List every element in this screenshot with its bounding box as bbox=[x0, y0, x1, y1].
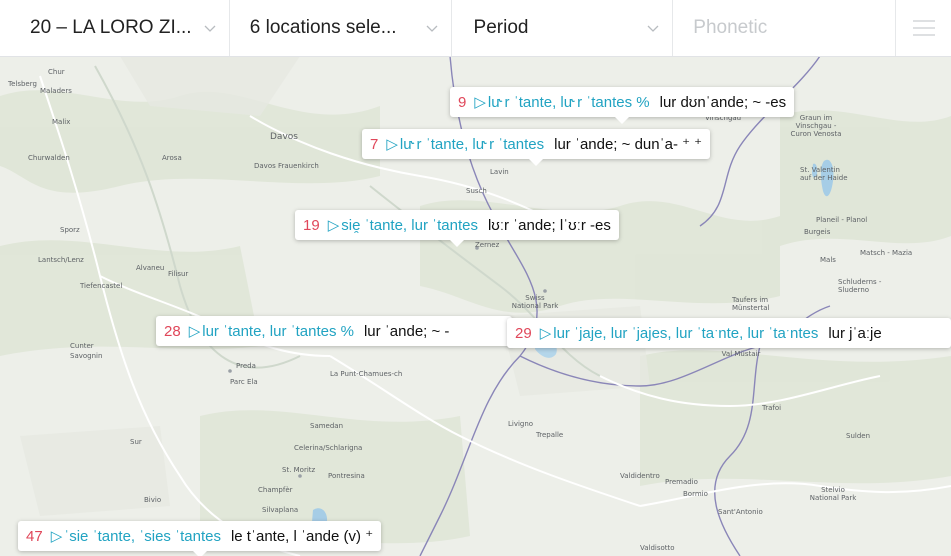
place-label: Telsberg bbox=[8, 80, 37, 88]
place-label: Susch bbox=[466, 187, 487, 195]
place-label: Trafoi bbox=[762, 404, 782, 412]
place-label: Planeil - Planol bbox=[816, 216, 868, 224]
place-label: Stelvio National Park bbox=[809, 486, 857, 502]
place-label: Bivio bbox=[144, 496, 162, 504]
menu-button[interactable] bbox=[895, 0, 951, 56]
phonetic-transcription: lu˞r ˈtante, lu˞r ˈtantes bbox=[399, 135, 545, 153]
place-label: St. Moritz bbox=[282, 466, 316, 474]
map-view[interactable]: Chur Telsberg Maladers Malix Churwalden … bbox=[0, 56, 951, 556]
phonetic-input[interactable]: Phonetic bbox=[673, 0, 895, 56]
place-label: Pontresina bbox=[328, 472, 365, 480]
place-label: Tiefencastel bbox=[80, 282, 123, 290]
place-label: Celerina/Schlarigna bbox=[294, 444, 363, 452]
place-label: Parc Ela bbox=[230, 378, 258, 386]
place-label: Premadio bbox=[665, 478, 698, 486]
location-callout[interactable]: 47 ▷ ˈsie ˈtante, ˈsies ˈtantes le tˈant… bbox=[18, 521, 382, 556]
place-label: Davos Frauenkirch bbox=[254, 162, 319, 170]
place-label: Trepalle bbox=[536, 431, 564, 439]
place-label: Chur bbox=[48, 68, 65, 76]
place-label: Silvaplana bbox=[262, 506, 299, 514]
place-label: Filisur bbox=[168, 270, 189, 278]
location-callout[interactable]: 29 ▷ lur ˈjaje, lur ˈjajes, lur ˈtaˑnte,… bbox=[507, 318, 951, 348]
place-label: Malix bbox=[52, 118, 71, 126]
place-label: Lavin bbox=[490, 168, 509, 176]
place-label: Champfèr bbox=[258, 486, 293, 494]
period-value: Period bbox=[473, 17, 529, 38]
chevron-down-icon bbox=[647, 25, 659, 32]
place-label: Livigno bbox=[508, 420, 534, 428]
questionnaire-select[interactable]: 20 – LA LORO ZI... bbox=[0, 0, 230, 56]
alternate-form: lur ˈande; ~ - bbox=[363, 322, 450, 340]
hamburger-menu-icon bbox=[912, 20, 935, 36]
phonetic-transcription: lur ˈtante, lur ˈtantes % bbox=[202, 322, 354, 340]
play-icon[interactable]: ▷ bbox=[386, 135, 398, 153]
location-number: 29 bbox=[515, 324, 532, 342]
location-callout[interactable]: 19 ▷ sie̯ ˈtante, lur ˈtantes lʊːr ˈande… bbox=[295, 210, 619, 247]
place-label: La Punt-Chamues-ch bbox=[330, 370, 403, 378]
location-number: 9 bbox=[458, 93, 467, 111]
place-label: Schluderns - Sluderno bbox=[838, 278, 882, 294]
place-label: Valdisotto bbox=[640, 544, 675, 552]
chevron-down-icon bbox=[426, 25, 437, 32]
phonetic-placeholder: Phonetic bbox=[693, 17, 768, 38]
place-label: Matsch - Mazia bbox=[860, 249, 913, 257]
place-label: Taufers im Münstertal bbox=[732, 296, 770, 312]
phonetic-transcription: lur ˈjaje, lur ˈjajes, lur ˈtaˑnte, lur … bbox=[553, 324, 819, 342]
place-label: Arosa bbox=[162, 154, 182, 162]
location-number: 28 bbox=[164, 322, 181, 340]
play-icon[interactable]: ▷ bbox=[540, 324, 552, 342]
place-label: Burgeis bbox=[804, 228, 831, 236]
alternate-form: lur jˈaːje bbox=[828, 324, 882, 342]
place-label: Zernez bbox=[475, 241, 500, 249]
place-label: Sporz bbox=[60, 226, 80, 234]
location-number: 19 bbox=[303, 216, 320, 234]
place-label: Alvaneu bbox=[136, 264, 165, 272]
play-icon[interactable]: ▷ bbox=[474, 93, 486, 111]
phonetic-transcription: lu˞r ˈtante, lu˞r ˈtantes % bbox=[487, 93, 650, 111]
phonetic-transcription: ˈsie ˈtante, ˈsies ˈtantes bbox=[64, 527, 221, 545]
place-label: Davos bbox=[270, 132, 298, 142]
location-callout[interactable]: 9 ▷ lu˞r ˈtante, lu˞r ˈtantes % lur dʊnˈ… bbox=[450, 87, 795, 124]
place-label: Valdidentro bbox=[620, 472, 660, 480]
location-number: 47 bbox=[26, 527, 43, 545]
place-label: Sur bbox=[130, 438, 142, 446]
place-label: Bormio bbox=[683, 490, 708, 498]
place-label: St. Valentin auf der Haide bbox=[800, 166, 848, 182]
chevron-down-icon bbox=[204, 25, 216, 32]
location-number: 7 bbox=[370, 135, 379, 153]
place-label: Lantsch/Lenz bbox=[38, 256, 84, 264]
place-label: Sulden bbox=[846, 432, 871, 440]
place-label: Mals bbox=[820, 256, 836, 264]
place-label: Preda bbox=[236, 362, 256, 370]
location-callout[interactable]: 28 ▷ lur ˈtante, lur ˈtantes % lur ˈande… bbox=[156, 316, 512, 346]
location-callout[interactable]: 7 ▷ lu˞r ˈtante, lu˞r ˈtantes lur ˈande;… bbox=[362, 129, 711, 166]
place-label: Churwalden bbox=[28, 154, 70, 162]
place-label: Savognin bbox=[70, 352, 103, 360]
place-label: Samedan bbox=[310, 422, 344, 430]
alternate-form: le tˈante, l ˈande (v) ⁺ bbox=[230, 528, 374, 545]
alternate-form: lur ˈande; ~ dunˈa- ⁺ ⁺ bbox=[554, 136, 703, 153]
play-icon[interactable]: ▷ bbox=[328, 216, 340, 234]
period-select[interactable]: Period bbox=[452, 0, 674, 56]
place-label: Swiss National Park bbox=[511, 294, 559, 310]
filter-bar: 20 – LA LORO ZI... 6 locations sele... P… bbox=[0, 0, 951, 57]
place-label: Maladers bbox=[40, 87, 72, 95]
locations-select[interactable]: 6 locations sele... bbox=[230, 0, 452, 56]
place-label: Graun im Vinschgau - Curon Venosta bbox=[790, 114, 842, 138]
place-label: Sant'Antonio bbox=[718, 508, 763, 516]
play-icon[interactable]: ▷ bbox=[189, 322, 201, 340]
alternate-form: lur dʊnˈande; ~ -es bbox=[659, 93, 787, 111]
play-icon[interactable]: ▷ bbox=[51, 527, 63, 545]
phonetic-transcription: sie̯ ˈtante, lur ˈtantes bbox=[341, 216, 478, 234]
place-label: Cunter bbox=[70, 342, 94, 350]
locations-value: 6 locations sele... bbox=[249, 17, 397, 38]
alternate-form: lʊːr ˈande; lˈʊːr -es bbox=[487, 216, 611, 234]
questionnaire-value: 20 – LA LORO ZI... bbox=[30, 17, 192, 38]
